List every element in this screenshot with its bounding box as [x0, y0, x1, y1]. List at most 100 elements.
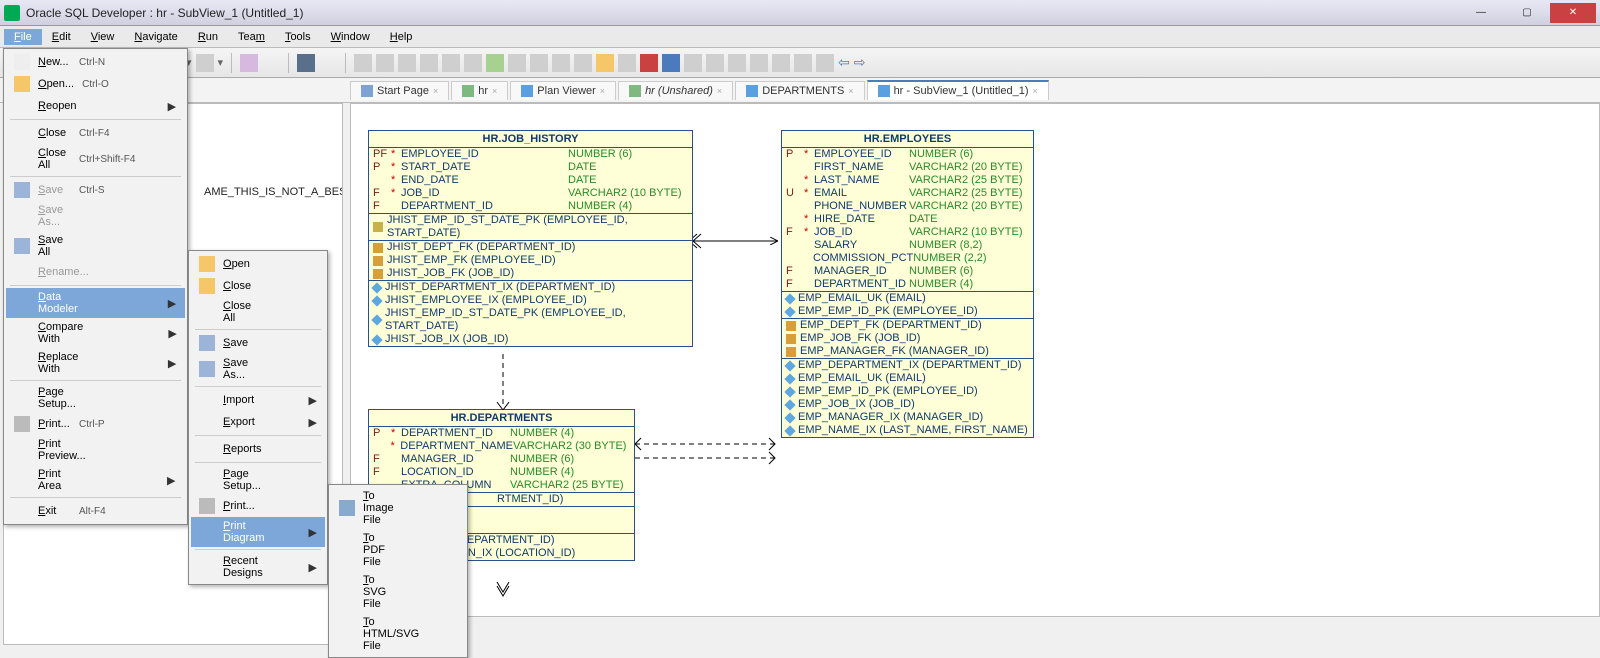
menu-item-print-diagram[interactable]: Print Diagram▶ [191, 517, 325, 547]
close-tab-icon[interactable]: × [492, 86, 497, 96]
delete-icon[interactable] [640, 54, 658, 72]
diagram-canvas[interactable]: HR.JOB_HISTORY PF*EMPLOYEE_IDNUMBER (6)P… [350, 103, 1600, 617]
tool16-icon[interactable] [816, 54, 834, 72]
menu-view[interactable]: View [81, 29, 125, 45]
blank-icon [339, 626, 355, 642]
tool15-icon[interactable] [794, 54, 812, 72]
column-row: FLOCATION_IDNUMBER (4) [369, 466, 634, 479]
menu-item-save-as-[interactable]: Save As... [191, 354, 325, 384]
menu-file[interactable]: File [4, 29, 42, 45]
menu-item-open[interactable]: Open [191, 253, 325, 275]
tool8-icon[interactable] [530, 54, 548, 72]
tab-hr[interactable]: hr× [451, 81, 508, 100]
tool3-icon[interactable] [420, 54, 438, 72]
menu-item-print-preview-[interactable]: Print Preview... [6, 435, 185, 465]
close-button[interactable]: ✕ [1550, 3, 1596, 23]
menu-run[interactable]: Run [188, 29, 228, 45]
menu-edit[interactable]: Edit [42, 29, 81, 45]
menu-item-to-html-svg-file[interactable]: To HTML/SVG File [331, 613, 465, 655]
open-icon [199, 256, 215, 272]
close-tab-icon[interactable]: × [717, 86, 722, 96]
arrow-left-icon[interactable]: ⇦ [838, 54, 850, 71]
tab-hr-unshared-[interactable]: hr (Unshared)× [618, 81, 733, 100]
menu-item-close-all[interactable]: Close All [191, 297, 325, 327]
entity-employees[interactable]: HR.EMPLOYEES P*EMPLOYEE_IDNUMBER (6)FIRS… [781, 130, 1034, 438]
menu-item-new-[interactable]: New...Ctrl-N [6, 51, 185, 73]
maximize-button[interactable]: ▢ [1504, 3, 1550, 23]
tool5-icon[interactable] [464, 54, 482, 72]
index-row: EMP_EMAIL_UK (EMAIL) [782, 372, 1033, 385]
tool9-icon[interactable] [552, 54, 570, 72]
menu-item-open-[interactable]: Open...Ctrl-O [6, 73, 185, 95]
tab-start-page[interactable]: Start Page× [350, 81, 449, 100]
zoom-in-icon[interactable] [684, 54, 702, 72]
tab-plan-viewer[interactable]: Plan Viewer× [510, 81, 616, 100]
menu-item-data-modeler[interactable]: Data Modeler▶ [6, 288, 185, 318]
tab-departments[interactable]: DEPARTMENTS× [735, 81, 864, 100]
sql-icon[interactable] [240, 54, 258, 72]
menu-item-save[interactable]: Save [191, 332, 325, 354]
menu-item-to-image-file[interactable]: To Image File [331, 487, 465, 529]
column-row: SALARYNUMBER (8,2) [782, 239, 1033, 252]
menu-help[interactable]: Help [380, 29, 423, 45]
menu-item-close[interactable]: CloseCtrl-F4 [6, 122, 185, 144]
zoom-out-icon[interactable] [706, 54, 724, 72]
tool4-icon[interactable] [442, 54, 460, 72]
forward-icon[interactable] [196, 54, 214, 72]
menu-item-compare-with[interactable]: Compare With▶ [6, 318, 185, 348]
tool13-icon[interactable] [750, 54, 768, 72]
index-row: EMP_DEPARTMENT_IX (DEPARTMENT_ID) [782, 359, 1033, 372]
tool10-icon[interactable] [574, 54, 592, 72]
menu-item-print-[interactable]: Print... [191, 495, 325, 517]
blank-icon [199, 524, 215, 540]
fit-icon[interactable] [728, 54, 746, 72]
menu-item-save-all[interactable]: Save All [6, 231, 185, 261]
menu-navigate[interactable]: Navigate [124, 29, 187, 45]
find-icon[interactable] [297, 54, 315, 72]
minimize-button[interactable]: — [1458, 3, 1504, 23]
column-row: *DEPARTMENT_NAMEVARCHAR2 (30 BYTE) [369, 440, 634, 453]
menu-tools[interactable]: Tools [275, 29, 321, 45]
menu-item-to-svg-file[interactable]: To SVG File [331, 571, 465, 613]
menu-item-reopen[interactable]: Reopen▶ [6, 95, 185, 117]
file-menu[interactable]: New...Ctrl-NOpen...Ctrl-OReopen▶ CloseCtr… [3, 48, 188, 525]
data-modeler-submenu[interactable]: OpenCloseClose All SaveSave As... Import▶E… [188, 250, 328, 585]
menu-item-exit[interactable]: ExitAlt-F4 [6, 500, 185, 522]
tool7-icon[interactable] [508, 54, 526, 72]
menu-item-rename-: Rename... [6, 261, 185, 283]
tab-hr-subview_1-untitled_1-[interactable]: hr - SubView_1 (Untitled_1)× [867, 80, 1049, 100]
index-row: EMP_EMP_ID_PK (EMPLOYEE_ID) [782, 385, 1033, 398]
menu-item-close-all[interactable]: Close AllCtrl+Shift-F4 [6, 144, 185, 174]
column-row: F*JOB_IDVARCHAR2 (10 BYTE) [782, 226, 1033, 239]
menu-item-page-setup-[interactable]: Page Setup... [191, 465, 325, 495]
menu-item-to-pdf-file[interactable]: To PDF File [331, 529, 465, 571]
menu-item-recent-designs[interactable]: Recent Designs▶ [191, 552, 325, 582]
close-tab-icon[interactable]: × [1032, 86, 1037, 96]
menu-item-reports[interactable]: Reports [191, 438, 325, 460]
menu-window[interactable]: Window [321, 29, 380, 45]
tool-icon[interactable] [376, 54, 394, 72]
menu-item-import[interactable]: Import▶ [191, 389, 325, 411]
close-tab-icon[interactable]: × [433, 86, 438, 96]
blank-icon [14, 151, 30, 167]
arrow-right-icon[interactable]: ⇨ [854, 54, 866, 71]
close-tab-icon[interactable]: × [848, 86, 853, 96]
tool2-icon[interactable] [398, 54, 416, 72]
menu-team[interactable]: Team [228, 29, 275, 45]
tool14-icon[interactable] [772, 54, 790, 72]
menu-item-close[interactable]: Close [191, 275, 325, 297]
menu-item-print-area[interactable]: Print Area▶ [6, 465, 185, 495]
index-row: JHIST_DEPT_FK (DEPARTMENT_ID) [369, 241, 692, 254]
menu-item-print-[interactable]: Print...Ctrl-P [6, 413, 185, 435]
menu-item-page-setup-[interactable]: Page Setup... [6, 383, 185, 413]
close-tab-icon[interactable]: × [600, 86, 605, 96]
cursor-icon[interactable] [354, 54, 372, 72]
print-diagram-submenu[interactable]: To Image FileTo PDF FileTo SVG FileTo HT… [328, 484, 468, 658]
nav-icon[interactable] [662, 54, 680, 72]
entity-job-history[interactable]: HR.JOB_HISTORY PF*EMPLOYEE_IDNUMBER (6)P… [368, 130, 693, 347]
tool11-icon[interactable] [596, 54, 614, 72]
menu-item-export[interactable]: Export▶ [191, 411, 325, 433]
menu-item-replace-with[interactable]: Replace With▶ [6, 348, 185, 378]
tool12-icon[interactable] [618, 54, 636, 72]
tool6-icon[interactable] [486, 54, 504, 72]
